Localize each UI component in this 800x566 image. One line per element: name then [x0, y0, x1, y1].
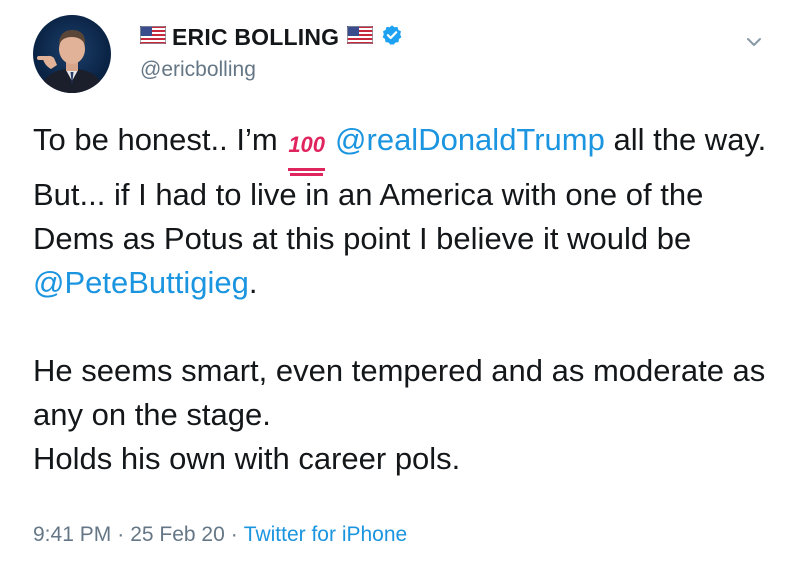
tweet-text-segment: Holds his own with career pols. — [33, 441, 461, 476]
mention-link-realdonaldtrump[interactable]: @realDonaldTrump — [335, 122, 605, 157]
tweet-paragraph-2: He seems smart, even tempered and as mod… — [33, 349, 773, 481]
tweet-text-segment: But... if I had to live in an America wi… — [33, 177, 704, 256]
hundred-points-emoji-icon: 100 — [286, 123, 329, 176]
tweet-time[interactable]: 9:41 PM — [33, 523, 111, 547]
tweet-meta: 9:41 PM · 25 Feb 20 · Twitter for iPhone — [33, 523, 407, 547]
tweet-date[interactable]: 25 Feb 20 — [130, 523, 225, 547]
us-flag-icon — [347, 25, 374, 49]
profile-photo — [37, 30, 105, 93]
mention-link-petebuttigieg[interactable]: @PeteButtigieg — [33, 265, 249, 300]
tweet-text: To be honest.. I’m 100 @realDonaldTrump a… — [33, 118, 773, 481]
display-name[interactable]: ERIC BOLLING — [172, 24, 339, 51]
tweet-text-segment: He seems smart, even tempered and as mod… — [33, 353, 766, 432]
meta-separator: · — [117, 523, 125, 546]
tweet-paragraph-1: To be honest.. I’m 100 @realDonaldTrump a… — [33, 118, 773, 305]
meta-separator: · — [230, 523, 238, 546]
user-handle[interactable]: @ericbolling — [140, 58, 403, 82]
name-row: ERIC BOLLING — [140, 22, 403, 52]
avatar[interactable] — [33, 15, 111, 93]
us-flag-icon — [140, 25, 166, 49]
chevron-down-icon[interactable] — [742, 30, 766, 54]
verified-badge-icon — [381, 24, 403, 51]
tweet-card: ERIC BOLLING @ericbolling To be honest..… — [0, 0, 800, 566]
tweet-text-segment: . — [248, 265, 258, 300]
tweet-text-segment: To be honest.. I’m — [33, 122, 278, 157]
tweet-header: ERIC BOLLING @ericbolling — [140, 22, 403, 82]
tweet-text-segment: all the way. — [613, 122, 767, 157]
tweet-source-link[interactable]: Twitter for iPhone — [244, 523, 407, 547]
